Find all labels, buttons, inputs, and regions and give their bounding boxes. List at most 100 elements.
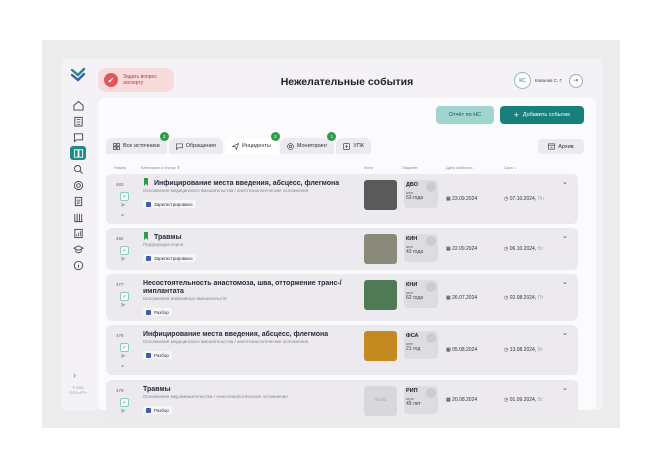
tab-incidents[interactable]: Инциденты 2 [224, 132, 280, 154]
tab-label: Мониторинг [296, 143, 328, 149]
event-date: ▦ 23.09.2024 [446, 196, 478, 202]
avatar[interactable]: КС [514, 72, 531, 89]
column-category[interactable]: Категория и статус ⊽ [141, 165, 180, 170]
table-row[interactable]: 478 ✓ ➤ Травмы Осложнения мед.вмешательс… [106, 380, 578, 420]
link-icon[interactable]: ⚭ [120, 212, 125, 219]
event-date-value: 26.07.2024 [452, 295, 478, 301]
patient-card[interactable]: РИП муж 49 лет [404, 386, 438, 414]
tab-all-sources[interactable]: Все источники 3 [106, 132, 169, 154]
event-photo[interactable] [364, 180, 397, 210]
due-weekday: Вт [537, 347, 544, 353]
bookmark-icon [144, 178, 148, 186]
patient-avatar [426, 333, 436, 343]
event-photo[interactable] [364, 234, 397, 264]
table-row[interactable]: 483 ✓ ➤ ⚭ Инфицирование места введения, … [106, 174, 578, 224]
library-icon[interactable] [70, 210, 86, 224]
ask-expert-label: Задать вопрос эксперту [123, 74, 157, 86]
user-name: Ковалев С. Г. [535, 78, 563, 83]
tab-upk[interactable]: УПК [336, 138, 372, 154]
status-icon [146, 255, 151, 261]
document-icon[interactable] [70, 194, 86, 208]
row-number: 482 [116, 236, 124, 241]
patient-code: РИП [406, 388, 418, 394]
column-date[interactable]: Дата события ↓ [446, 165, 475, 170]
due-weekday: Пн [537, 196, 544, 202]
tab-badge: 3 [159, 132, 169, 141]
book-icon[interactable] [70, 146, 86, 160]
chat-icon [175, 143, 183, 150]
chevron-down-icon[interactable]: ⌄ [562, 178, 568, 186]
chevron-down-icon[interactable]: ⌄ [562, 232, 568, 240]
chevron-down-icon[interactable]: ⌄ [562, 329, 568, 337]
chevron-down-icon[interactable]: ⌄ [562, 384, 568, 392]
send-icon[interactable]: ➤ [120, 407, 126, 415]
tab-monitoring[interactable]: Мониторинг 1 [279, 132, 337, 154]
filter-icon[interactable]: ⊽ [177, 165, 180, 170]
tab-badge: 2 [270, 132, 280, 141]
send-icon[interactable]: ➤ [120, 301, 126, 309]
due-weekday: Пт [537, 295, 544, 301]
event-title[interactable]: Инфицирование места введения, абсцесс, ф… [154, 180, 384, 188]
education-icon[interactable] [70, 242, 86, 256]
event-subtitle: Осложнения инвазивных вмешательств [143, 296, 227, 301]
row-checkbox[interactable]: ✓ [120, 292, 129, 301]
link-icon[interactable]: ⚭ [120, 363, 125, 370]
event-date-value: 23.09.2024 [452, 196, 478, 202]
patient-card[interactable]: ФСА жен 21 год [404, 331, 438, 359]
row-checkbox[interactable]: ✓ [120, 398, 129, 407]
patient-code: ФСА [406, 333, 419, 339]
due-date: ◷ 07.10.2024, Пн [504, 196, 544, 202]
send-icon[interactable]: ➤ [120, 255, 126, 263]
status-icon [146, 352, 151, 358]
event-photo[interactable]: ФОТО [364, 386, 397, 416]
due-weekday: Вс [537, 397, 544, 403]
chevron-down-icon[interactable]: ⌄ [562, 278, 568, 286]
event-title[interactable]: Инфицирование места введения, абсцесс, ф… [143, 331, 373, 339]
event-date: ▦ 05.08.2024 [446, 347, 478, 353]
row-checkbox[interactable]: ✓ [120, 192, 129, 201]
patient-avatar [426, 282, 436, 292]
status-label: Разбор [154, 352, 169, 358]
event-date-value: 05.08.2024 [452, 347, 478, 353]
tab-appeals[interactable]: Обращения [168, 138, 223, 154]
column-due[interactable]: Срок ↓ [504, 165, 516, 170]
row-number: 483 [116, 182, 124, 187]
table-row[interactable]: 482 ✓ ➤ Травмы Перфорация корня Зарегист… [106, 228, 578, 270]
report-icon[interactable] [70, 226, 86, 240]
building-icon[interactable] [70, 114, 86, 128]
patient-card[interactable]: КНИ жен 62 года [404, 280, 438, 308]
search-icon[interactable] [70, 162, 86, 176]
user-menu[interactable]: КС Ковалев С. Г. ⇥ [514, 72, 583, 89]
send-icon[interactable]: ➤ [120, 352, 126, 360]
status-label: Разбор [154, 407, 169, 413]
archive-button[interactable]: Архив [538, 139, 584, 154]
page-title: Нежелательные события [280, 76, 414, 88]
tab-label: УПК [353, 143, 365, 149]
column-category-label: Категория и статус [141, 165, 176, 170]
chat-icon[interactable] [70, 130, 86, 144]
patient-avatar [426, 182, 436, 192]
row-checkbox[interactable]: ✓ [120, 343, 129, 352]
expert-check-icon: ✔ [104, 73, 118, 87]
send-icon[interactable]: ➤ [120, 201, 126, 209]
send-icon [231, 142, 239, 150]
collapse-sidebar-icon[interactable]: › [73, 370, 76, 380]
table-row[interactable]: 477 ✓ ➤ Несостоятельность анастомоза, шв… [106, 274, 578, 321]
ask-expert-button[interactable]: ✔ Задать вопрос эксперту [98, 68, 174, 92]
event-photo[interactable] [364, 331, 397, 361]
target-icon[interactable] [70, 178, 86, 192]
table-row[interactable]: 476 ✓ ➤ ⚭ Инфицирование места введения, … [106, 325, 578, 375]
home-icon[interactable] [70, 98, 86, 112]
status-badge: Зарегистрировано [143, 200, 196, 208]
logout-icon[interactable]: ⇥ [568, 73, 583, 88]
event-title[interactable]: Травмы [154, 234, 384, 242]
info-icon[interactable] [70, 258, 86, 272]
event-photo[interactable] [364, 280, 397, 310]
event-title[interactable]: Несостоятельность анастомоза, шва, оттор… [143, 280, 373, 296]
report-button[interactable]: Отчёт по НС [436, 106, 494, 124]
add-event-button[interactable]: + Добавить событие [500, 106, 584, 124]
row-checkbox[interactable]: ✓ [120, 246, 129, 255]
patient-card[interactable]: КИН жен 43 года [404, 234, 438, 262]
event-title[interactable]: Травмы [143, 386, 373, 394]
patient-card[interactable]: ДВО жен 63 года [404, 180, 438, 208]
